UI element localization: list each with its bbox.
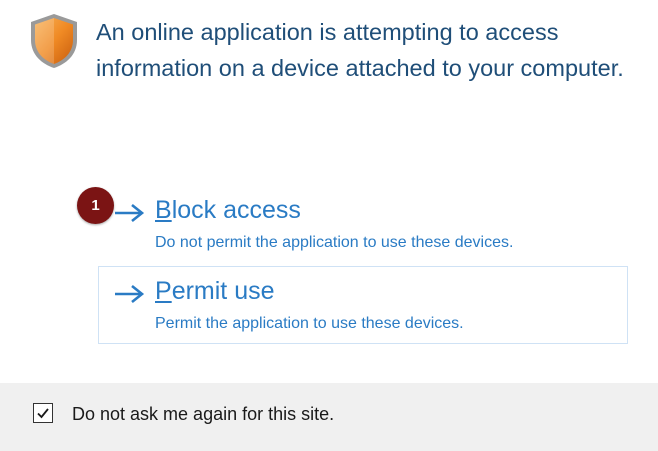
- permit-use-description: Permit the application to use these devi…: [155, 315, 464, 332]
- permit-use-title-rest: ermit use: [171, 277, 275, 305]
- dont-ask-again-checkbox[interactable]: [33, 403, 53, 423]
- dont-ask-again-label[interactable]: Do not ask me again for this site.: [72, 402, 334, 426]
- arrow-right-icon: [115, 284, 145, 304]
- block-access-accesskey: B: [155, 196, 172, 224]
- step-badge: 1: [77, 187, 114, 224]
- block-access-title-rest: lock access: [171, 196, 301, 224]
- dialog-header: An online application is attempting to a…: [0, 0, 658, 140]
- permit-use-title[interactable]: Permit use: [155, 275, 275, 307]
- security-shield-icon: [31, 14, 77, 68]
- permit-use-option[interactable]: Permit use Permit the application to use…: [98, 266, 628, 344]
- block-access-title[interactable]: Block access: [155, 194, 301, 226]
- block-access-option[interactable]: Block access Do not permit the applicati…: [98, 185, 628, 265]
- dialog-message: An online application is attempting to a…: [96, 19, 624, 81]
- block-access-description: Do not permit the application to use the…: [155, 234, 514, 251]
- checkmark-icon: [37, 408, 49, 419]
- dialog-footer: Do not ask me again for this site.: [0, 383, 658, 451]
- arrow-right-icon: [115, 203, 145, 223]
- security-dialog: An online application is attempting to a…: [0, 0, 658, 451]
- permit-use-accesskey: P: [155, 277, 172, 305]
